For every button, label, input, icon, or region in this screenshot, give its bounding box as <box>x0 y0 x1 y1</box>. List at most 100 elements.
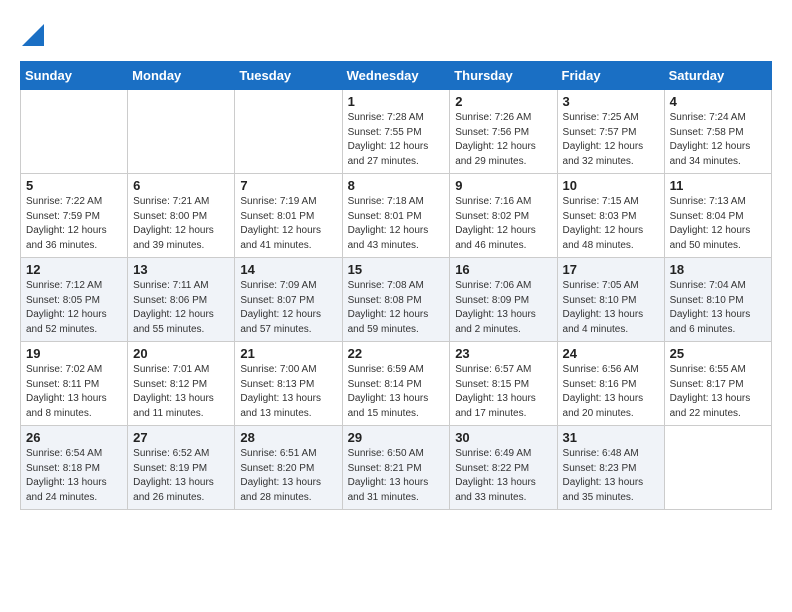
calendar-header-sunday: Sunday <box>21 62 128 90</box>
day-number: 26 <box>26 430 122 445</box>
calendar-cell: 17 Sunrise: 7:05 AM Sunset: 8:10 PM Dayli… <box>557 258 664 342</box>
calendar-header-tuesday: Tuesday <box>235 62 342 90</box>
calendar-cell: 30 Sunrise: 6:49 AM Sunset: 8:22 PM Dayli… <box>450 426 557 510</box>
day-number: 18 <box>670 262 766 277</box>
logo <box>20 16 44 51</box>
day-info: Sunrise: 7:19 AM Sunset: 8:01 PM Dayligh… <box>240 195 336 253</box>
day-number: 10 <box>563 178 659 193</box>
header <box>20 16 772 51</box>
calendar-cell: 11 Sunrise: 7:13 AM Sunset: 8:04 PM Dayli… <box>664 174 771 258</box>
calendar: SundayMondayTuesdayWednesdayThursdayFrid… <box>20 61 772 510</box>
day-info: Sunrise: 6:50 AM Sunset: 8:21 PM Dayligh… <box>348 447 445 505</box>
calendar-header-saturday: Saturday <box>664 62 771 90</box>
calendar-cell: 23 Sunrise: 6:57 AM Sunset: 8:15 PM Dayli… <box>450 342 557 426</box>
day-number: 9 <box>455 178 551 193</box>
page: SundayMondayTuesdayWednesdayThursdayFrid… <box>0 0 792 530</box>
day-info: Sunrise: 7:21 AM Sunset: 8:00 PM Dayligh… <box>133 195 229 253</box>
day-number: 2 <box>455 94 551 109</box>
calendar-cell: 5 Sunrise: 7:22 AM Sunset: 7:59 PM Daylig… <box>21 174 128 258</box>
day-info: Sunrise: 7:24 AM Sunset: 7:58 PM Dayligh… <box>670 111 766 169</box>
calendar-cell <box>664 426 771 510</box>
day-info: Sunrise: 6:51 AM Sunset: 8:20 PM Dayligh… <box>240 447 336 505</box>
calendar-cell: 9 Sunrise: 7:16 AM Sunset: 8:02 PM Daylig… <box>450 174 557 258</box>
day-number: 8 <box>348 178 445 193</box>
calendar-cell <box>128 90 235 174</box>
day-number: 4 <box>670 94 766 109</box>
calendar-cell: 13 Sunrise: 7:11 AM Sunset: 8:06 PM Dayli… <box>128 258 235 342</box>
calendar-cell: 12 Sunrise: 7:12 AM Sunset: 8:05 PM Dayli… <box>21 258 128 342</box>
day-number: 12 <box>26 262 122 277</box>
calendar-cell: 18 Sunrise: 7:04 AM Sunset: 8:10 PM Dayli… <box>664 258 771 342</box>
calendar-cell: 28 Sunrise: 6:51 AM Sunset: 8:20 PM Dayli… <box>235 426 342 510</box>
day-number: 3 <box>563 94 659 109</box>
calendar-week-3: 12 Sunrise: 7:12 AM Sunset: 8:05 PM Dayli… <box>21 258 772 342</box>
calendar-header-row: SundayMondayTuesdayWednesdayThursdayFrid… <box>21 62 772 90</box>
calendar-cell: 19 Sunrise: 7:02 AM Sunset: 8:11 PM Dayli… <box>21 342 128 426</box>
day-number: 16 <box>455 262 551 277</box>
day-number: 11 <box>670 178 766 193</box>
calendar-cell: 10 Sunrise: 7:15 AM Sunset: 8:03 PM Dayli… <box>557 174 664 258</box>
calendar-header-friday: Friday <box>557 62 664 90</box>
calendar-cell: 1Sunrise: 7:28 AM Sunset: 7:55 PM Daylig… <box>342 90 450 174</box>
calendar-cell: 2 Sunrise: 7:26 AM Sunset: 7:56 PM Daylig… <box>450 90 557 174</box>
day-info: Sunrise: 7:11 AM Sunset: 8:06 PM Dayligh… <box>133 279 229 337</box>
day-number: 25 <box>670 346 766 361</box>
day-info: Sunrise: 7:22 AM Sunset: 7:59 PM Dayligh… <box>26 195 122 253</box>
day-info: Sunrise: 7:04 AM Sunset: 8:10 PM Dayligh… <box>670 279 766 337</box>
day-info: Sunrise: 7:16 AM Sunset: 8:02 PM Dayligh… <box>455 195 551 253</box>
day-info: Sunrise: 7:28 AM Sunset: 7:55 PM Dayligh… <box>348 111 445 169</box>
day-info: Sunrise: 7:08 AM Sunset: 8:08 PM Dayligh… <box>348 279 445 337</box>
day-info: Sunrise: 7:05 AM Sunset: 8:10 PM Dayligh… <box>563 279 659 337</box>
day-number: 28 <box>240 430 336 445</box>
day-info: Sunrise: 6:49 AM Sunset: 8:22 PM Dayligh… <box>455 447 551 505</box>
calendar-week-1: 1Sunrise: 7:28 AM Sunset: 7:55 PM Daylig… <box>21 90 772 174</box>
calendar-header-wednesday: Wednesday <box>342 62 450 90</box>
day-number: 5 <box>26 178 122 193</box>
calendar-cell: 25 Sunrise: 6:55 AM Sunset: 8:17 PM Dayli… <box>664 342 771 426</box>
calendar-cell: 20Sunrise: 7:01 AM Sunset: 8:12 PM Dayli… <box>128 342 235 426</box>
day-info: Sunrise: 6:55 AM Sunset: 8:17 PM Dayligh… <box>670 363 766 421</box>
day-info: Sunrise: 7:01 AM Sunset: 8:12 PM Dayligh… <box>133 363 229 421</box>
day-info: Sunrise: 6:57 AM Sunset: 8:15 PM Dayligh… <box>455 363 551 421</box>
day-number: 21 <box>240 346 336 361</box>
calendar-cell: 21Sunrise: 7:00 AM Sunset: 8:13 PM Dayli… <box>235 342 342 426</box>
day-info: Sunrise: 7:25 AM Sunset: 7:57 PM Dayligh… <box>563 111 659 169</box>
day-info: Sunrise: 6:54 AM Sunset: 8:18 PM Dayligh… <box>26 447 122 505</box>
day-info: Sunrise: 6:56 AM Sunset: 8:16 PM Dayligh… <box>563 363 659 421</box>
day-info: Sunrise: 7:15 AM Sunset: 8:03 PM Dayligh… <box>563 195 659 253</box>
calendar-cell: 27Sunrise: 6:52 AM Sunset: 8:19 PM Dayli… <box>128 426 235 510</box>
calendar-cell: 16Sunrise: 7:06 AM Sunset: 8:09 PM Dayli… <box>450 258 557 342</box>
calendar-header-thursday: Thursday <box>450 62 557 90</box>
logo-icon <box>22 18 44 46</box>
calendar-cell: 7 Sunrise: 7:19 AM Sunset: 8:01 PM Daylig… <box>235 174 342 258</box>
day-number: 23 <box>455 346 551 361</box>
calendar-cell <box>235 90 342 174</box>
calendar-cell: 6 Sunrise: 7:21 AM Sunset: 8:00 PM Daylig… <box>128 174 235 258</box>
day-info: Sunrise: 7:02 AM Sunset: 8:11 PM Dayligh… <box>26 363 122 421</box>
calendar-cell: 22Sunrise: 6:59 AM Sunset: 8:14 PM Dayli… <box>342 342 450 426</box>
day-number: 13 <box>133 262 229 277</box>
day-number: 17 <box>563 262 659 277</box>
calendar-cell: 29Sunrise: 6:50 AM Sunset: 8:21 PM Dayli… <box>342 426 450 510</box>
day-number: 30 <box>455 430 551 445</box>
day-info: Sunrise: 7:26 AM Sunset: 7:56 PM Dayligh… <box>455 111 551 169</box>
day-number: 7 <box>240 178 336 193</box>
day-info: Sunrise: 6:52 AM Sunset: 8:19 PM Dayligh… <box>133 447 229 505</box>
calendar-cell: 15 Sunrise: 7:08 AM Sunset: 8:08 PM Dayli… <box>342 258 450 342</box>
day-number: 31 <box>563 430 659 445</box>
calendar-body: 1Sunrise: 7:28 AM Sunset: 7:55 PM Daylig… <box>21 90 772 510</box>
calendar-cell: 3 Sunrise: 7:25 AM Sunset: 7:57 PM Daylig… <box>557 90 664 174</box>
day-number: 6 <box>133 178 229 193</box>
calendar-week-5: 26 Sunrise: 6:54 AM Sunset: 8:18 PM Dayli… <box>21 426 772 510</box>
calendar-cell: 8Sunrise: 7:18 AM Sunset: 8:01 PM Daylig… <box>342 174 450 258</box>
calendar-week-4: 19 Sunrise: 7:02 AM Sunset: 8:11 PM Dayli… <box>21 342 772 426</box>
day-info: Sunrise: 7:13 AM Sunset: 8:04 PM Dayligh… <box>670 195 766 253</box>
day-info: Sunrise: 7:09 AM Sunset: 8:07 PM Dayligh… <box>240 279 336 337</box>
calendar-cell: 14Sunrise: 7:09 AM Sunset: 8:07 PM Dayli… <box>235 258 342 342</box>
calendar-cell: 26 Sunrise: 6:54 AM Sunset: 8:18 PM Dayli… <box>21 426 128 510</box>
day-number: 19 <box>26 346 122 361</box>
day-number: 24 <box>563 346 659 361</box>
calendar-week-2: 5 Sunrise: 7:22 AM Sunset: 7:59 PM Daylig… <box>21 174 772 258</box>
day-number: 15 <box>348 262 445 277</box>
day-info: Sunrise: 7:12 AM Sunset: 8:05 PM Dayligh… <box>26 279 122 337</box>
